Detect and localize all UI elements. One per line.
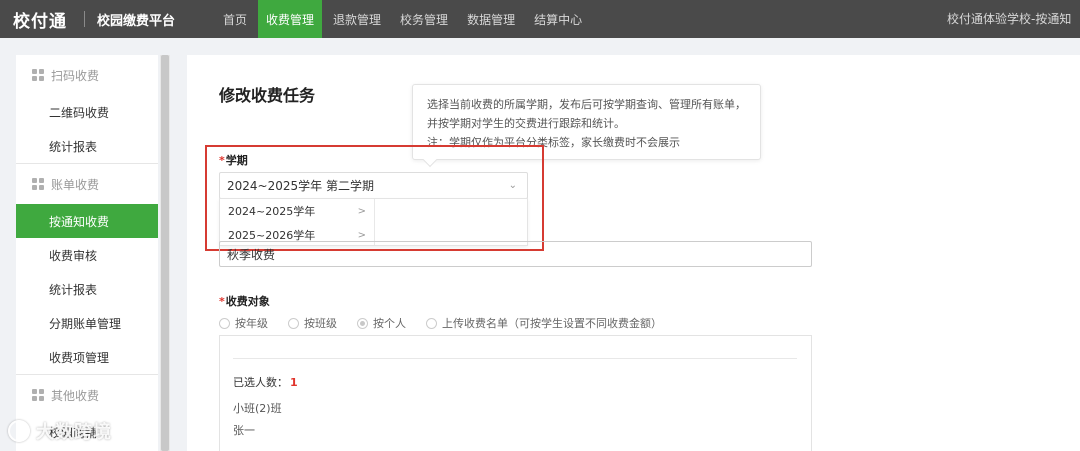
nav-settlement-center[interactable]: 结算中心 bbox=[526, 0, 590, 38]
sidebar-group-scan-pay: 扫码收费 bbox=[16, 55, 158, 95]
radio-circle bbox=[219, 317, 230, 329]
sidebar-group-other-pay: 其他收费 bbox=[16, 375, 158, 415]
nav-school-affairs[interactable]: 校务管理 bbox=[392, 0, 456, 38]
watermark-text: 大数跨境 bbox=[36, 422, 112, 443]
panel-divider bbox=[233, 358, 797, 359]
tooltip-line: 并按学期对学生的交费进行跟踪和统计。 bbox=[427, 117, 625, 130]
target-label-text: 收费对象 bbox=[225, 295, 270, 308]
selected-count-label: 已选人数： bbox=[233, 376, 288, 389]
selected-count: 已选人数： 1 bbox=[233, 374, 298, 390]
watermark-logo-icon bbox=[8, 420, 30, 442]
fee-name-value: 秋季收费 bbox=[227, 247, 276, 262]
sidebar-item-qrcode-pay[interactable]: 二维码收费 bbox=[16, 95, 158, 129]
sidebar-group-label: 扫码收费 bbox=[51, 68, 100, 83]
nav-data-management[interactable]: 数据管理 bbox=[459, 0, 523, 38]
scrollbar-thumb[interactable] bbox=[161, 55, 169, 451]
radio-circle bbox=[426, 317, 437, 329]
required-mark: * bbox=[219, 295, 225, 308]
sidebar-item-scan-report[interactable]: 统计报表 bbox=[16, 129, 158, 163]
grid-icon bbox=[32, 389, 44, 401]
selected-students-panel: 已选人数： 1 小班(2)班 张一 bbox=[219, 335, 812, 451]
sidebar-item-fee-review[interactable]: 收费审核 bbox=[16, 238, 158, 272]
radio-label: 上传收费名单（可按学生设置不同收费金额） bbox=[442, 317, 662, 330]
radio-upload-list[interactable]: 上传收费名单（可按学生设置不同收费金额） bbox=[426, 315, 662, 331]
logo-divider bbox=[84, 11, 85, 27]
tooltip-line: 选择当前收费的所属学期，发布后可按学期查询、管理所有账单， bbox=[427, 98, 746, 111]
grid-icon bbox=[32, 178, 44, 190]
sidebar-group-label: 其他收费 bbox=[51, 388, 100, 403]
sidebar-item-installment[interactable]: 分期账单管理 bbox=[16, 306, 158, 340]
grid-icon bbox=[32, 69, 44, 81]
school-account-menu[interactable]: 校付通体验学校-按通知... bbox=[947, 0, 1072, 38]
radio-label: 按个人 bbox=[373, 317, 406, 330]
target-label: *收费对象 bbox=[219, 293, 270, 309]
platform-name: 校园缴费平台 bbox=[97, 13, 176, 29]
sidebar-item-fee-items[interactable]: 收费项管理 bbox=[16, 340, 158, 374]
target-radio-group: 按年级 按班级 按个人 上传收费名单（可按学生设置不同收费金额） bbox=[219, 315, 682, 331]
sidebar-scrollbar[interactable] bbox=[160, 55, 170, 451]
nav-home[interactable]: 首页 bbox=[215, 0, 255, 38]
student-name[interactable]: 张一 bbox=[233, 422, 255, 438]
radio-label: 按年级 bbox=[235, 317, 268, 330]
radio-by-class[interactable]: 按班级 bbox=[288, 315, 337, 331]
page-title: 修改收费任务 bbox=[219, 86, 316, 105]
main-panel: 修改收费任务 选择当前收费的所属学期，发布后可按学期查询、管理所有账单， 并按学… bbox=[187, 55, 1080, 451]
sidebar-group-label: 账单收费 bbox=[51, 177, 100, 192]
sidebar-item-notice-pay[interactable]: 按通知收费 bbox=[16, 204, 158, 238]
sidebar: 扫码收费 二维码收费 统计报表 账单收费 按通知收费 收费审核 统计报表 分期账… bbox=[16, 55, 158, 451]
top-navigation-bar: 校付通 校园缴费平台 首页 收费管理 退款管理 校务管理 数据管理 结算中心 校… bbox=[0, 0, 1080, 38]
sidebar-group-bill-pay: 账单收费 bbox=[16, 164, 158, 204]
radio-circle bbox=[357, 317, 368, 329]
app-logo[interactable]: 校付通 bbox=[0, 0, 80, 38]
highlight-annotation-box bbox=[205, 145, 544, 251]
main-nav: 首页 收费管理 退款管理 校务管理 数据管理 结算中心 bbox=[215, 0, 593, 38]
radio-label: 按班级 bbox=[304, 317, 337, 330]
fee-name-input[interactable]: 秋季收费 bbox=[219, 241, 812, 267]
radio-by-person[interactable]: 按个人 bbox=[357, 315, 406, 331]
selected-count-value: 1 bbox=[290, 376, 298, 389]
radio-by-grade[interactable]: 按年级 bbox=[219, 315, 268, 331]
class-name: 小班(2)班 bbox=[233, 402, 282, 415]
watermark: 大数跨境 bbox=[8, 418, 112, 444]
nav-refund-management[interactable]: 退款管理 bbox=[325, 0, 389, 38]
sidebar-item-bill-report[interactable]: 统计报表 bbox=[16, 272, 158, 306]
nav-fee-management[interactable]: 收费管理 bbox=[258, 0, 323, 38]
radio-circle bbox=[288, 317, 299, 329]
